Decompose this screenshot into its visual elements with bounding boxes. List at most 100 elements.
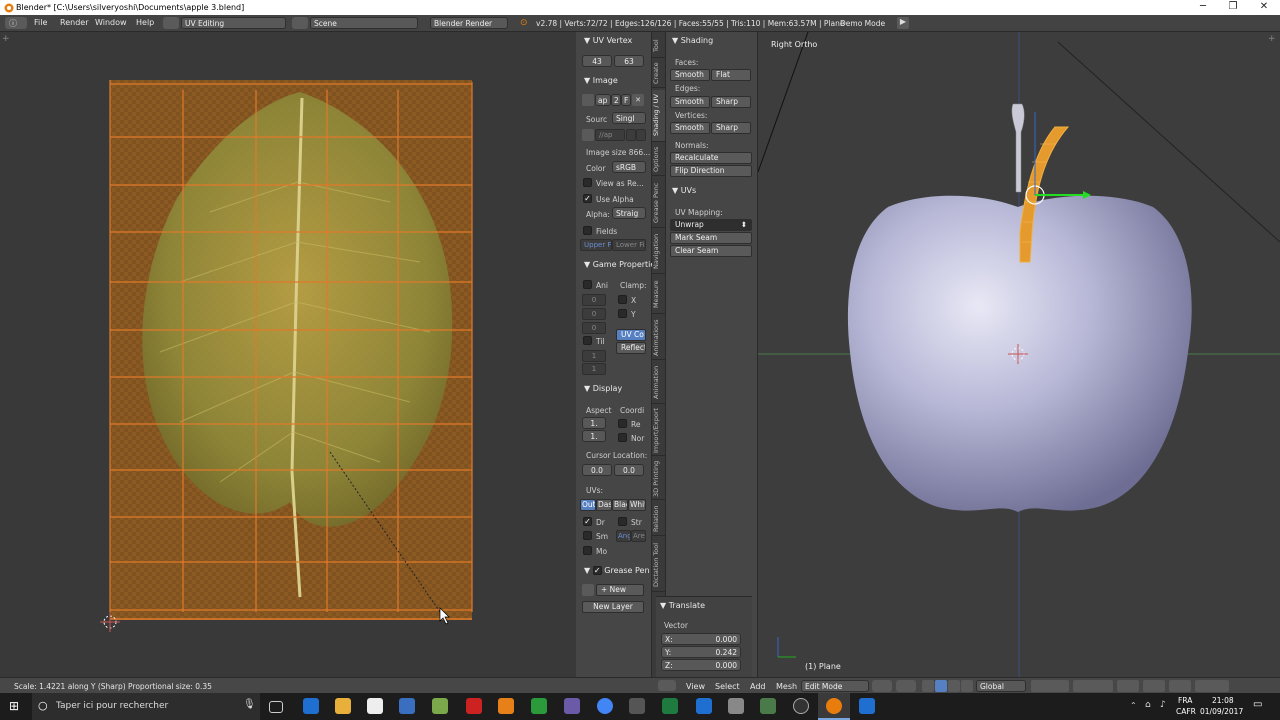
play-icon[interactable]: ▶ (897, 17, 909, 29)
cursor-y-field[interactable]: 0.0 (614, 464, 644, 476)
anim-speed-field[interactable]: 0 (582, 322, 606, 334)
volume-icon[interactable]: ♪ (1160, 700, 1166, 710)
render-preview-icon[interactable] (1195, 680, 1229, 692)
image-browse-icon[interactable] (582, 94, 594, 106)
editor-type-button[interactable]: ⓘ (5, 17, 27, 29)
uvs-header[interactable]: ▼ UVs (672, 186, 696, 195)
image-header[interactable]: ▼ Image (584, 76, 618, 85)
microphone-icon[interactable]: 🎙 (243, 699, 256, 710)
notifications-icon[interactable]: ▭ (1253, 699, 1262, 710)
alpha-mode-select[interactable]: Straig (612, 207, 646, 219)
tiles-y-field[interactable]: 1 (582, 363, 606, 375)
app-icon-6[interactable] (728, 698, 744, 714)
tab-measure[interactable]: Measure (652, 276, 665, 314)
pencil-icon[interactable] (582, 584, 594, 596)
cursor-x-field[interactable]: 0.0 (582, 464, 612, 476)
blender-taskbar-button[interactable] (818, 693, 850, 720)
edge-browser-icon[interactable] (303, 698, 319, 714)
scene-field[interactable]: Scene (310, 17, 418, 29)
tab-animations[interactable]: Animations (652, 316, 665, 360)
view-as-render-checkbox[interactable] (583, 178, 592, 187)
translate-manipulator-icon[interactable] (935, 680, 947, 692)
menu-render[interactable]: Render (60, 18, 88, 27)
anim-start-field[interactable]: 0 (582, 294, 606, 306)
edges-sharp-button[interactable]: Sharp (711, 96, 751, 108)
anim-end-field[interactable]: 0 (582, 308, 606, 320)
tab-options[interactable]: Options (652, 144, 665, 176)
menu-file[interactable]: File (34, 18, 47, 27)
app-icon-8[interactable] (793, 698, 809, 714)
network-icon[interactable]: ⌂ (1145, 700, 1151, 710)
ie-icon[interactable] (696, 698, 712, 714)
vertices-sharp-button[interactable]: Sharp (711, 122, 751, 134)
uv-canvas[interactable] (0, 32, 576, 677)
store-icon[interactable] (367, 698, 383, 714)
tab-shading-uv[interactable]: Shading / UV (652, 90, 665, 142)
edges-smooth-button[interactable]: Smooth (670, 96, 710, 108)
faces-flat-button[interactable]: Flat (711, 69, 751, 81)
menu-help[interactable]: Help (136, 18, 154, 27)
clear-seam-button[interactable]: Clear Seam (670, 245, 752, 257)
tab-tools[interactable]: Tool (652, 34, 665, 58)
aspect-x-field[interactable]: 1. (582, 417, 606, 429)
uv-draw-white-button[interactable]: Whit (628, 499, 646, 511)
game-properties-header[interactable]: ▼ Game Propertie (584, 260, 655, 269)
tiles-x-field[interactable]: 1 (582, 350, 606, 362)
tab-animation[interactable]: Animation (652, 362, 665, 404)
lang-line2[interactable]: CAFR (1176, 707, 1196, 716)
scene-icon[interactable] (292, 17, 308, 29)
tab-dictation-tool[interactable]: Dictation Tool (652, 538, 665, 592)
draw-faces-checkbox[interactable]: ✓ (583, 517, 592, 526)
flip-direction-button[interactable]: Flip Direction (670, 165, 752, 177)
translate-header[interactable]: ▼ Translate (660, 601, 705, 610)
transform-orientation-select[interactable]: Global (976, 680, 1026, 692)
uv-x-field[interactable]: 43 (582, 55, 612, 67)
recalculate-button[interactable]: Recalculate (670, 152, 752, 164)
search-box[interactable]: ○ Taper ici pour rechercher 🎙 (32, 693, 260, 720)
3d-viewport[interactable]: Right Ortho (1) Plane + (758, 32, 1280, 677)
excel-icon[interactable] (662, 698, 678, 714)
media-player-icon[interactable] (399, 698, 415, 714)
normalized-checkbox[interactable] (618, 433, 627, 442)
snap-icon[interactable] (1143, 680, 1165, 692)
unwrap-menu-button[interactable]: Unwrap ⬍ (670, 219, 752, 231)
vector-z-field[interactable]: Z: 0.000 (661, 659, 741, 671)
file-browse-icon[interactable] (582, 129, 594, 141)
snap-target-icon[interactable] (1169, 680, 1191, 692)
screen-layout-field[interactable]: UV Editing (181, 17, 286, 29)
modified-checkbox[interactable] (583, 546, 592, 555)
unlink-image-icon[interactable]: ✕ (632, 94, 644, 106)
fake-user-button[interactable]: F (621, 94, 631, 106)
expand-plus-icon[interactable]: + (1268, 34, 1276, 44)
vector-y-field[interactable]: Y: 0.242 (661, 646, 741, 658)
clock-date[interactable]: 01/09/2017 (1200, 707, 1243, 716)
stretch-checkbox[interactable] (618, 517, 627, 526)
tab-create[interactable]: Create (652, 60, 665, 88)
grease-pencil-checkbox[interactable]: ✓ (592, 566, 602, 575)
scale-manipulator-icon[interactable] (961, 680, 973, 692)
clamp-x-checkbox[interactable] (618, 295, 627, 304)
menu-window[interactable]: Window (95, 18, 127, 27)
upper-first-button[interactable]: Upper F (580, 239, 612, 251)
app-icon-1[interactable] (432, 698, 448, 714)
uv-y-field[interactable]: 63 (614, 55, 644, 67)
menu-view[interactable]: View (686, 682, 705, 691)
app-icon-7[interactable] (760, 698, 776, 714)
vector-x-field[interactable]: X: 0.000 (661, 633, 741, 645)
uv-draw-outline-button[interactable]: Out (580, 499, 596, 511)
source-select[interactable]: Singl (612, 112, 646, 124)
faces-smooth-button[interactable]: Smooth (670, 69, 710, 81)
app-icon-3[interactable] (531, 698, 547, 714)
windows-start-icon[interactable]: ⊞ (9, 699, 19, 713)
color-space-select[interactable]: sRGB (612, 161, 646, 173)
tab-grease-pencil[interactable]: Grease Penc (652, 178, 665, 228)
image-name-field[interactable]: ap (595, 94, 611, 106)
aspect-y-field[interactable]: 1. (582, 430, 606, 442)
app-icon-4[interactable] (564, 698, 580, 714)
new-layer-button[interactable]: New Layer (582, 601, 644, 613)
proportional-editing-icon[interactable] (1117, 680, 1139, 692)
manipulator-toggle-icon[interactable] (922, 680, 934, 692)
smooth-checkbox[interactable] (583, 531, 592, 540)
uv-draw-dash-button[interactable]: Das (596, 499, 612, 511)
grease-pencil-header[interactable]: ▼ ✓ Grease Pen (584, 566, 650, 575)
